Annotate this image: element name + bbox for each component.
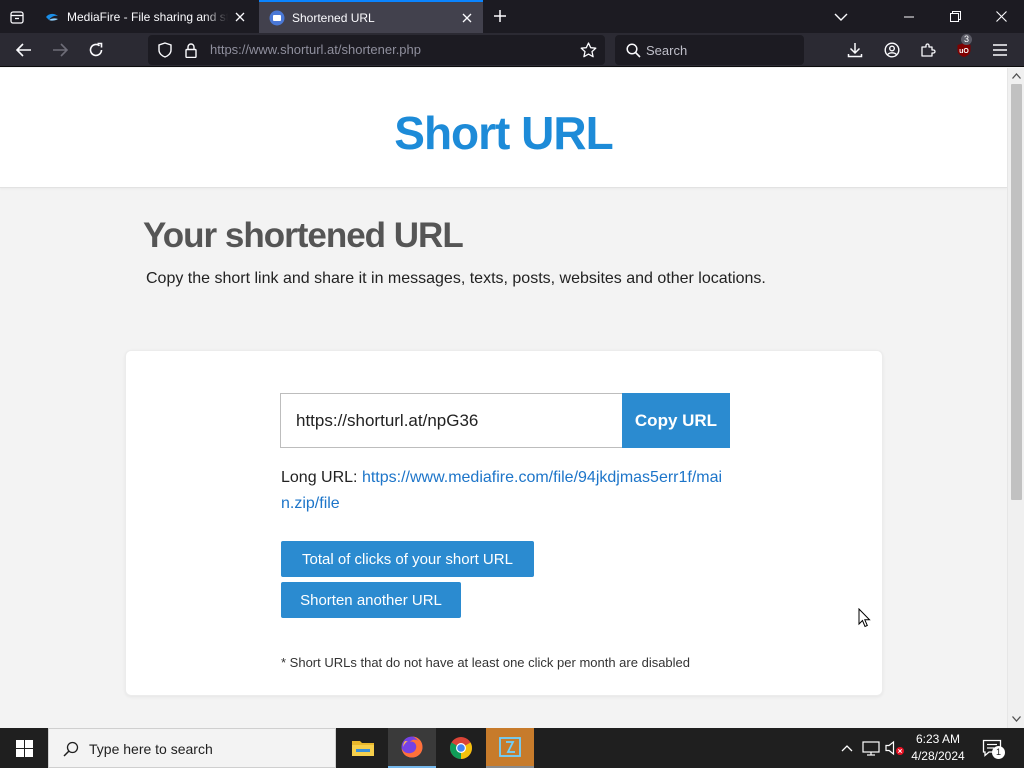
new-tab-icon[interactable] bbox=[488, 4, 512, 28]
restore-icon[interactable] bbox=[932, 0, 978, 33]
browser-titlebar: MediaFire - File sharing and storage Sho… bbox=[0, 0, 1024, 33]
page-title: Your shortened URL bbox=[143, 216, 464, 255]
chrome-icon[interactable] bbox=[437, 728, 485, 768]
network-icon[interactable] bbox=[861, 738, 881, 758]
app-icon[interactable] bbox=[486, 728, 534, 768]
taskbar-search-placeholder: Type here to search bbox=[89, 741, 213, 757]
search-placeholder: Search bbox=[646, 43, 688, 58]
svg-text:uO: uO bbox=[959, 48, 969, 55]
downloads-icon[interactable] bbox=[841, 36, 869, 64]
list-all-tabs-icon[interactable] bbox=[0, 0, 33, 33]
back-arrow-icon[interactable] bbox=[10, 36, 38, 64]
scroll-down-icon[interactable] bbox=[1011, 713, 1022, 725]
long-url-row: Long URL: https://www.mediafire.com/file… bbox=[281, 465, 731, 517]
site-header: Short URL bbox=[0, 68, 1007, 188]
extension-badge: 3 bbox=[961, 34, 973, 45]
shield-icon[interactable] bbox=[156, 41, 174, 59]
close-window-icon[interactable] bbox=[978, 0, 1024, 33]
volume-muted-icon[interactable] bbox=[885, 738, 905, 758]
tab-mediafire[interactable]: MediaFire - File sharing and storage bbox=[34, 0, 256, 33]
footnote: * Short URLs that do not have at least o… bbox=[281, 655, 691, 670]
taskbar-clock[interactable]: 6:23 AM 4/28/2024 bbox=[905, 731, 971, 765]
close-tab-icon[interactable] bbox=[228, 5, 252, 29]
clock-date: 4/28/2024 bbox=[911, 749, 965, 763]
tab-label: MediaFire - File sharing and storage bbox=[67, 9, 228, 24]
notification-count: 1 bbox=[992, 746, 1005, 759]
page-viewport: Short URL Your shortened URL Copy the sh… bbox=[0, 68, 1007, 728]
search-icon bbox=[624, 41, 642, 59]
taskbar-search-box[interactable]: Type here to search bbox=[48, 728, 336, 768]
hamburger-menu-icon[interactable] bbox=[986, 36, 1014, 64]
short-url-input[interactable] bbox=[280, 393, 623, 448]
tab-label: Shortened URL bbox=[292, 10, 375, 25]
address-bar[interactable]: https://www.shorturl.at/shortener.php bbox=[148, 35, 605, 65]
scrollbar-thumb[interactable] bbox=[1011, 84, 1022, 500]
browser-navbar: https://www.shorturl.at/shortener.php Se… bbox=[0, 33, 1024, 67]
long-url-label: Long URL: bbox=[281, 469, 358, 486]
search-bar[interactable]: Search bbox=[615, 35, 804, 65]
lock-icon[interactable] bbox=[182, 41, 200, 59]
chevron-up-icon[interactable] bbox=[837, 738, 857, 758]
firefox-icon[interactable] bbox=[388, 728, 436, 768]
scroll-up-icon[interactable] bbox=[1011, 70, 1022, 82]
site-title[interactable]: Short URL bbox=[0, 106, 1007, 160]
forward-arrow-icon[interactable] bbox=[46, 36, 74, 64]
bookmark-star-icon[interactable] bbox=[579, 41, 597, 59]
page-subtitle: Copy the short link and share it in mess… bbox=[146, 270, 766, 287]
result-card: Copy URL Long URL: https://www.mediafire… bbox=[125, 350, 883, 696]
close-tab-icon[interactable] bbox=[455, 6, 479, 30]
shorturl-icon bbox=[269, 10, 285, 26]
mouse-cursor-icon bbox=[858, 608, 871, 628]
search-icon bbox=[61, 739, 81, 759]
windows-taskbar: Type here to search 6:23 AM 4/28/2024 bbox=[0, 728, 1024, 768]
total-clicks-button[interactable]: Total of clicks of your short URL bbox=[281, 541, 534, 577]
account-icon[interactable] bbox=[878, 36, 906, 64]
mediafire-icon bbox=[44, 9, 60, 25]
reload-icon[interactable] bbox=[82, 36, 110, 64]
extensions-icon[interactable] bbox=[914, 36, 942, 64]
shorten-another-button[interactable]: Shorten another URL bbox=[281, 582, 461, 618]
minimize-icon[interactable] bbox=[886, 0, 932, 33]
clock-time: 6:23 AM bbox=[915, 732, 961, 746]
file-explorer-icon[interactable] bbox=[339, 728, 387, 768]
copy-url-button[interactable]: Copy URL bbox=[622, 393, 730, 448]
vertical-scrollbar[interactable] bbox=[1007, 68, 1024, 728]
windows-start-icon[interactable] bbox=[0, 728, 48, 768]
tab-shortened-url[interactable]: Shortened URL bbox=[259, 0, 483, 33]
address-url: https://www.shorturl.at/shortener.php bbox=[210, 42, 421, 57]
chevron-down-icon[interactable] bbox=[818, 0, 864, 33]
